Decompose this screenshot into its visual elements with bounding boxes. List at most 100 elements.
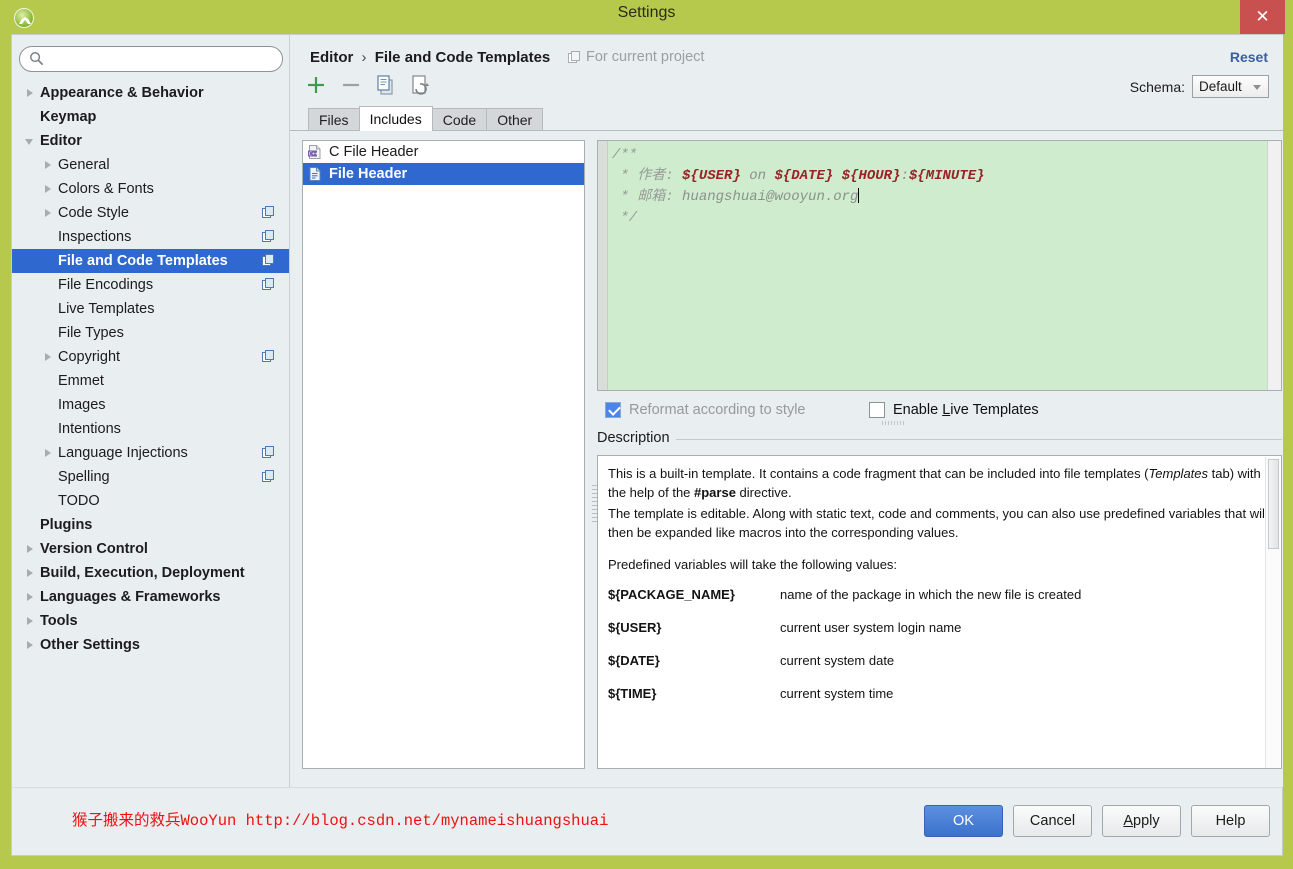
sidebar-item-general[interactable]: General: [12, 153, 289, 177]
remove-template-button[interactable]: [339, 73, 363, 97]
schema-dropdown[interactable]: Default: [1192, 75, 1269, 98]
description-scrollbar[interactable]: [1265, 457, 1280, 769]
tree-indent: [42, 495, 55, 508]
tree-indent: [42, 279, 55, 292]
chevron-right-icon[interactable]: [42, 159, 55, 172]
live-templates-checkbox-box[interactable]: [869, 402, 885, 418]
template-editor[interactable]: /** * 作者: ${USER} on ${DATE} ${HOUR}:${M…: [597, 140, 1282, 391]
code-text: 作者:: [637, 168, 682, 184]
chevron-right-icon[interactable]: [24, 87, 37, 100]
reformat-checkbox-box: [605, 402, 621, 418]
list-item-label: File Header: [329, 166, 407, 182]
editor-error-stripe[interactable]: [1267, 141, 1281, 390]
template-list[interactable]: C++C File Header File Header: [302, 140, 585, 769]
code-text: */: [612, 210, 637, 226]
chevron-right-icon[interactable]: [42, 207, 55, 220]
watermark-text: 猴子搬来的救兵WooYun http://blog.csdn.net/mynam…: [72, 808, 608, 830]
breadcrumb: Editor › File and Code Templates: [310, 49, 550, 66]
sidebar-item-label: File Types: [58, 325, 124, 341]
variable-row: ${PACKAGE_NAME}name of the package in wh…: [608, 580, 1269, 613]
predefined-variables-table: ${PACKAGE_NAME}name of the package in wh…: [608, 580, 1269, 712]
variable-name: ${TIME}: [608, 679, 780, 712]
sidebar-item-emmet[interactable]: Emmet: [12, 369, 289, 393]
copy-template-button[interactable]: [374, 73, 398, 97]
sidebar-item-label: General: [58, 157, 110, 173]
settings-tree[interactable]: Appearance & Behavior Keymap Editor General…: [12, 81, 289, 781]
tree-indent: [42, 471, 55, 484]
apply-button[interactable]: Apply: [1102, 805, 1181, 837]
tab-other[interactable]: Other: [486, 108, 543, 131]
ok-button[interactable]: OK: [924, 805, 1003, 837]
sidebar-item-todo[interactable]: TODO: [12, 489, 289, 513]
chevron-right-icon[interactable]: [42, 447, 55, 460]
sidebar-item-language-injections[interactable]: Language Injections: [12, 441, 289, 465]
chevron-right-icon[interactable]: [24, 567, 37, 580]
sidebar-item-tools[interactable]: Tools: [12, 609, 289, 633]
variable-name: ${DATE}: [608, 646, 780, 679]
chevron-right-icon[interactable]: [24, 591, 37, 604]
chevron-down-icon[interactable]: [24, 135, 37, 148]
sidebar-item-build-execution-deployment[interactable]: Build, Execution, Deployment: [12, 561, 289, 585]
sidebar-item-label: Languages & Frameworks: [40, 589, 221, 605]
sidebar-item-languages-frameworks[interactable]: Languages & Frameworks: [12, 585, 289, 609]
code-text: huangshuai@wooyun.org: [682, 189, 858, 205]
text-caret: [858, 188, 859, 203]
list-item[interactable]: C++C File Header: [303, 141, 584, 163]
sidebar-item-live-templates[interactable]: Live Templates: [12, 297, 289, 321]
sidebar-item-images[interactable]: Images: [12, 393, 289, 417]
sidebar-item-label: Appearance & Behavior: [40, 85, 204, 101]
settings-sidebar: Appearance & Behavior Keymap Editor General…: [12, 35, 290, 787]
search-box[interactable]: [19, 46, 283, 72]
sidebar-item-other-settings[interactable]: Other Settings: [12, 633, 289, 657]
cancel-button[interactable]: Cancel: [1013, 805, 1092, 837]
add-template-button[interactable]: [304, 73, 328, 97]
breadcrumb-separator: ›: [362, 49, 367, 66]
code-text: *: [612, 168, 637, 184]
chevron-right-icon[interactable]: [42, 351, 55, 364]
list-item[interactable]: File Header: [303, 163, 584, 185]
title-bar: Settings ✕: [0, 0, 1293, 37]
close-icon[interactable]: ✕: [1240, 0, 1285, 34]
template-variable: ${USER}: [682, 168, 741, 184]
sidebar-item-label: Keymap: [40, 109, 96, 125]
sidebar-item-colors-fonts[interactable]: Colors & Fonts: [12, 177, 289, 201]
template-category-tabs[interactable]: FilesIncludesCodeOther: [308, 106, 542, 131]
reset-template-button[interactable]: [409, 73, 433, 97]
sidebar-item-editor[interactable]: Editor: [12, 129, 289, 153]
sidebar-item-keymap[interactable]: Keymap: [12, 105, 289, 129]
list-item-label: C File Header: [329, 144, 418, 160]
description-scrollbar-thumb[interactable]: [1268, 459, 1279, 549]
sidebar-item-file-and-code-templates[interactable]: File and Code Templates: [12, 249, 289, 273]
sidebar-item-spelling[interactable]: Spelling: [12, 465, 289, 489]
sidebar-item-label: Other Settings: [40, 637, 140, 653]
sidebar-item-copyright[interactable]: Copyright: [12, 345, 289, 369]
live-templates-checkbox[interactable]: Enable Live Templates: [869, 402, 1039, 418]
chevron-right-icon[interactable]: [24, 639, 37, 652]
chevron-right-icon[interactable]: [42, 183, 55, 196]
editor-text-area[interactable]: /** * 作者: ${USER} on ${DATE} ${HOUR}:${M…: [608, 141, 1267, 390]
reset-link[interactable]: Reset: [1230, 49, 1268, 65]
sidebar-item-intentions[interactable]: Intentions: [12, 417, 289, 441]
description-spacer: [608, 544, 1269, 555]
code-text: 邮箱:: [637, 189, 682, 205]
project-scope-icon: [262, 206, 275, 219]
tab-code[interactable]: Code: [432, 108, 487, 131]
variable-description: name of the package in which the new fil…: [780, 580, 1269, 613]
sidebar-item-code-style[interactable]: Code Style: [12, 201, 289, 225]
tab-includes[interactable]: Includes: [359, 106, 433, 131]
sidebar-item-appearance-behavior[interactable]: Appearance & Behavior: [12, 81, 289, 105]
desc-p1-bold: #parse: [694, 485, 736, 500]
sidebar-item-version-control[interactable]: Version Control: [12, 537, 289, 561]
chevron-right-icon[interactable]: [24, 543, 37, 556]
breadcrumb-root: Editor: [310, 49, 353, 66]
tree-indent: [42, 423, 55, 436]
chevron-right-icon[interactable]: [24, 615, 37, 628]
project-scope-icon: [262, 350, 275, 363]
search-input[interactable]: [19, 46, 283, 72]
sidebar-item-inspections[interactable]: Inspections: [12, 225, 289, 249]
help-button[interactable]: Help: [1191, 805, 1270, 837]
sidebar-item-file-encodings[interactable]: File Encodings: [12, 273, 289, 297]
sidebar-item-plugins[interactable]: Plugins: [12, 513, 289, 537]
tab-files[interactable]: Files: [308, 108, 360, 131]
sidebar-item-file-types[interactable]: File Types: [12, 321, 289, 345]
